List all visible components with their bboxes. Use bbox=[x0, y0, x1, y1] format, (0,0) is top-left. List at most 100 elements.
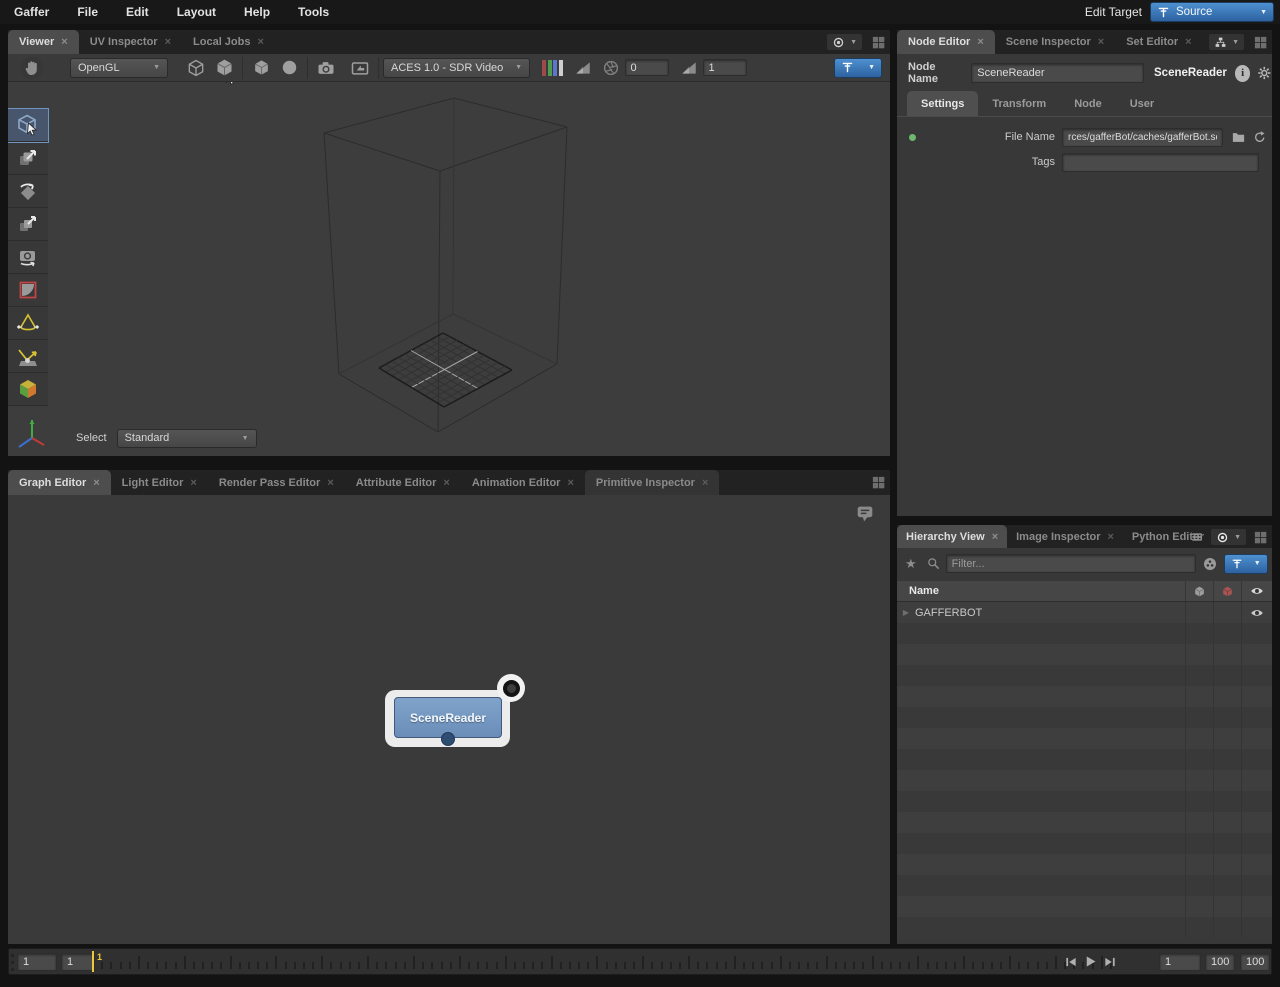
pin-target-dropdown[interactable]: ▼ bbox=[1210, 528, 1247, 546]
node-focus-ring[interactable] bbox=[497, 674, 525, 702]
viewport-3d[interactable]: Select Standard ▼ bbox=[8, 82, 890, 456]
close-icon[interactable]: × bbox=[992, 531, 998, 543]
skip-to-end-icon[interactable] bbox=[1103, 955, 1117, 969]
current-frame-field[interactable] bbox=[1159, 953, 1201, 971]
tab-render-pass-editor[interactable]: Render Pass Editor × bbox=[208, 470, 345, 495]
light-tool-button[interactable] bbox=[8, 307, 48, 340]
light-position-tool-button[interactable] bbox=[8, 340, 48, 373]
skip-to-start-icon[interactable] bbox=[1064, 955, 1078, 969]
close-icon[interactable]: × bbox=[702, 477, 708, 489]
close-icon[interactable]: × bbox=[93, 477, 99, 489]
file-name-field[interactable] bbox=[1062, 127, 1223, 147]
playhead[interactable] bbox=[92, 951, 94, 972]
graph-canvas[interactable]: SceneReader bbox=[8, 495, 890, 944]
layout-grid-icon[interactable] bbox=[871, 475, 886, 490]
menu-tools[interactable]: Tools bbox=[284, 0, 343, 24]
gamma-icon[interactable] bbox=[675, 56, 703, 80]
refresh-icon[interactable] bbox=[1253, 130, 1267, 144]
shading-cube-toggle[interactable] bbox=[247, 56, 275, 80]
hierarchy-focus-dropdown[interactable]: ▼ bbox=[1223, 553, 1268, 574]
close-icon[interactable]: × bbox=[190, 477, 196, 489]
visibility-eye-icon[interactable] bbox=[1250, 606, 1264, 620]
close-icon[interactable]: × bbox=[165, 36, 171, 48]
edit-target-dropdown[interactable]: Source ▼ bbox=[1150, 2, 1274, 22]
display-transform-dropdown[interactable]: ACES 1.0 - SDR Video ▼ bbox=[383, 57, 530, 78]
layout-grid-icon[interactable] bbox=[1253, 35, 1268, 50]
subtab-user[interactable]: User bbox=[1116, 91, 1168, 116]
menu-gaffer[interactable]: Gaffer bbox=[0, 0, 63, 24]
renderer-dropdown[interactable]: OpenGL ▼ bbox=[70, 57, 168, 78]
annotation-bubble-icon[interactable] bbox=[854, 503, 876, 525]
layout-grid-icon[interactable] bbox=[871, 35, 886, 50]
bounding-box-toggle[interactable] bbox=[182, 56, 210, 80]
close-icon[interactable]: × bbox=[327, 477, 333, 489]
menu-burger-icon[interactable] bbox=[1190, 530, 1204, 544]
subtab-settings[interactable]: Settings bbox=[907, 91, 979, 116]
set-filter-icon[interactable] bbox=[1202, 556, 1218, 572]
camera-menu-button[interactable] bbox=[312, 56, 340, 80]
inclusions-column-header[interactable] bbox=[1185, 581, 1213, 601]
exposure-icon[interactable] bbox=[569, 56, 597, 80]
end-frame-field[interactable] bbox=[1205, 953, 1235, 971]
shading-sphere-toggle[interactable] bbox=[275, 56, 303, 80]
tab-image-inspector[interactable]: Image Inspector × bbox=[1007, 525, 1123, 548]
tab-animation-editor[interactable]: Animation Editor × bbox=[461, 470, 585, 495]
tab-hierarchy-view[interactable]: Hierarchy View × bbox=[897, 525, 1008, 548]
close-icon[interactable]: × bbox=[1098, 36, 1104, 48]
select-mode-dropdown[interactable]: Standard ▼ bbox=[116, 428, 257, 448]
aperture-icon[interactable] bbox=[597, 56, 625, 80]
gamma-field[interactable] bbox=[702, 59, 747, 76]
visibility-column-header[interactable] bbox=[1241, 581, 1272, 601]
menu-layout[interactable]: Layout bbox=[163, 0, 230, 24]
subtab-transform[interactable]: Transform bbox=[978, 91, 1060, 116]
selection-overlay-toggle[interactable] bbox=[210, 56, 238, 80]
menu-file[interactable]: File bbox=[63, 0, 112, 24]
tab-scene-inspector[interactable]: Scene Inspector × bbox=[995, 30, 1115, 54]
tab-viewer[interactable]: Viewer × bbox=[8, 30, 79, 54]
tab-primitive-inspector[interactable]: Primitive Inspector × bbox=[584, 470, 720, 495]
expand-arrow-icon[interactable]: ▶ bbox=[897, 608, 915, 617]
node-graph-dropdown[interactable]: ▼ bbox=[1208, 33, 1245, 51]
close-icon[interactable]: × bbox=[1185, 36, 1191, 48]
tab-uv-inspector[interactable]: UV Inspector × bbox=[79, 30, 182, 54]
crop-window-tool-button[interactable] bbox=[8, 274, 48, 307]
menu-edit[interactable]: Edit bbox=[112, 0, 163, 24]
close-icon[interactable]: × bbox=[567, 477, 573, 489]
translate-tool-button[interactable] bbox=[8, 142, 48, 175]
tab-set-editor[interactable]: Set Editor × bbox=[1115, 30, 1202, 54]
tab-graph-editor[interactable]: Graph Editor × bbox=[8, 470, 111, 495]
pan-hand-icon[interactable] bbox=[20, 56, 44, 80]
viewer-focus-dropdown[interactable]: ▼ bbox=[834, 57, 882, 78]
tab-local-jobs[interactable]: Local Jobs × bbox=[182, 30, 275, 54]
info-icon[interactable]: i bbox=[1234, 64, 1251, 82]
pin-target-dropdown[interactable]: ▼ bbox=[826, 33, 863, 51]
exclusions-column-header[interactable] bbox=[1213, 581, 1241, 601]
node-output-port[interactable] bbox=[441, 732, 455, 746]
close-icon[interactable]: × bbox=[443, 477, 449, 489]
star-filter-icon[interactable]: ★ bbox=[905, 556, 917, 572]
scale-tool-button[interactable] bbox=[8, 208, 48, 241]
render-view-button[interactable] bbox=[346, 56, 374, 80]
close-icon[interactable]: × bbox=[977, 36, 983, 48]
close-icon[interactable]: × bbox=[257, 36, 263, 48]
close-icon[interactable]: × bbox=[61, 36, 67, 48]
folder-browse-icon[interactable] bbox=[1231, 130, 1246, 145]
subtab-node[interactable]: Node bbox=[1060, 91, 1116, 116]
menu-help[interactable]: Help bbox=[230, 0, 284, 24]
tab-node-editor[interactable]: Node Editor × bbox=[897, 30, 995, 54]
select-tool-button[interactable] bbox=[8, 108, 49, 143]
range-end-field[interactable] bbox=[1240, 953, 1270, 971]
exposure-field[interactable] bbox=[624, 59, 669, 76]
gear-icon[interactable] bbox=[1257, 65, 1272, 81]
tab-light-editor[interactable]: Light Editor × bbox=[111, 470, 208, 495]
tab-attribute-editor[interactable]: Attribute Editor × bbox=[345, 470, 461, 495]
channel-rgb-icon[interactable] bbox=[542, 59, 563, 76]
node-name-field[interactable] bbox=[971, 63, 1144, 83]
scene-view-tool-button[interactable] bbox=[8, 373, 48, 406]
layout-grid-icon[interactable] bbox=[1253, 530, 1268, 545]
close-icon[interactable]: × bbox=[1107, 531, 1113, 543]
rotate-tool-button[interactable] bbox=[8, 175, 48, 208]
play-icon[interactable] bbox=[1083, 954, 1098, 969]
tags-field[interactable] bbox=[1062, 152, 1259, 172]
camera-tool-button[interactable] bbox=[8, 241, 48, 274]
